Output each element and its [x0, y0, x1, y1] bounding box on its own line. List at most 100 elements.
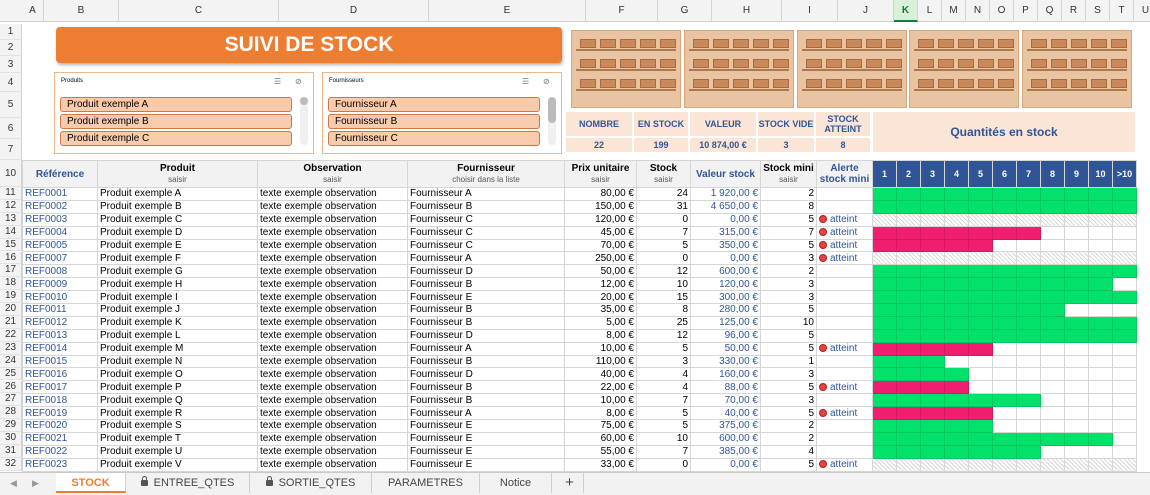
cell-alerte[interactable] — [816, 431, 873, 446]
cell-valeur[interactable]: 125,00 € — [690, 315, 761, 330]
cell-stock[interactable]: 7 — [636, 393, 691, 408]
cell-prix[interactable]: 55,00 € — [564, 444, 637, 459]
tab-parametres[interactable]: PARAMETRES — [372, 473, 480, 493]
cell-produit[interactable]: Produit exemple J — [97, 303, 258, 317]
row-header[interactable]: 7 — [0, 139, 22, 160]
cell-fournisseur[interactable]: Fournisseur E — [407, 431, 565, 446]
cell-valeur[interactable]: 0,00 € — [690, 212, 761, 227]
cell-fournisseur[interactable]: Fournisseur D — [407, 328, 565, 343]
column-header[interactable]: D — [279, 0, 429, 22]
cell-observation[interactable]: texte exemple observation — [257, 328, 408, 343]
cell-valeur[interactable]: 0,00 € — [690, 457, 761, 472]
cell-prix[interactable]: 150,00 € — [564, 199, 637, 214]
cell-stock-mini[interactable]: 10 — [760, 315, 817, 330]
cell-fournisseur[interactable]: Fournisseur B — [407, 393, 565, 408]
cell-stock[interactable]: 31 — [636, 199, 691, 214]
cell-valeur[interactable]: 385,00 € — [690, 444, 761, 459]
cell-reference[interactable]: REF0021 — [22, 431, 98, 446]
cell-prix[interactable]: 8,00 € — [564, 406, 637, 421]
cell-produit[interactable]: Produit exemple L — [97, 328, 258, 343]
cell-alerte[interactable] — [816, 187, 873, 201]
cell-valeur[interactable]: 300,00 € — [690, 290, 761, 305]
row-header[interactable]: 23 — [0, 341, 22, 355]
cell-stock[interactable]: 24 — [636, 187, 691, 201]
cell-valeur[interactable]: 40,00 € — [690, 406, 761, 421]
cell-alerte[interactable] — [816, 315, 873, 330]
cell-fournisseur[interactable]: Fournisseur A — [407, 341, 565, 356]
row-header[interactable]: 22 — [0, 328, 22, 342]
cell-prix[interactable]: 110,00 € — [564, 354, 637, 369]
cell-produit[interactable]: Produit exemple P — [97, 380, 258, 395]
cell-stock[interactable]: 8 — [636, 303, 691, 317]
row-header[interactable]: 17 — [0, 264, 22, 278]
cell-stock[interactable]: 4 — [636, 380, 691, 395]
row-header[interactable]: 30 — [0, 432, 22, 445]
cell-produit[interactable]: Produit exemple M — [97, 341, 258, 356]
cell-stock-mini[interactable]: 8 — [760, 199, 817, 214]
cell-fournisseur[interactable]: Fournisseur B — [407, 380, 565, 395]
cell-stock-mini[interactable]: 3 — [760, 277, 817, 292]
cell-reference[interactable]: REF0017 — [22, 380, 98, 395]
cell-valeur[interactable]: 280,00 € — [690, 303, 761, 317]
row-header[interactable]: 5 — [0, 92, 22, 118]
cell-produit[interactable]: Produit exemple G — [97, 264, 258, 279]
tab-sortie-qtes[interactable]: SORTIE_QTES — [250, 473, 372, 493]
cell-prix[interactable]: 50,00 € — [564, 264, 637, 279]
column-header[interactable]: G — [658, 0, 712, 22]
cell-reference[interactable]: REF0022 — [22, 444, 98, 459]
column-header[interactable]: T — [1110, 0, 1134, 22]
cell-stock-mini[interactable]: 5 — [760, 380, 817, 395]
cell-reference[interactable]: REF0013 — [22, 328, 98, 343]
cell-alerte[interactable]: atteint — [816, 238, 873, 253]
cell-fournisseur[interactable]: Fournisseur D — [407, 367, 565, 382]
cell-observation[interactable]: texte exemple observation — [257, 264, 408, 279]
row-header[interactable]: 24 — [0, 354, 22, 368]
cell-valeur[interactable]: 1 920,00 € — [690, 187, 761, 201]
row-header[interactable]: 26 — [0, 380, 22, 394]
cell-observation[interactable]: texte exemple observation — [257, 444, 408, 459]
cell-observation[interactable]: texte exemple observation — [257, 380, 408, 395]
slicer-produits[interactable]: Produits ☰ ⊘ Produit exemple A Produit e… — [54, 72, 314, 154]
tab-notice[interactable]: Notice — [480, 473, 552, 493]
cell-stock[interactable]: 0 — [636, 212, 691, 227]
cell-valeur[interactable]: 88,00 € — [690, 380, 761, 395]
row-header[interactable]: 2 — [0, 40, 22, 56]
cell-alerte[interactable] — [816, 199, 873, 214]
cell-stock-mini[interactable]: 5 — [760, 341, 817, 356]
cell-observation[interactable]: texte exemple observation — [257, 406, 408, 421]
cell-produit[interactable]: Produit exemple T — [97, 431, 258, 446]
cell-produit[interactable]: Produit exemple K — [97, 315, 258, 330]
cell-alerte[interactable]: atteint — [816, 251, 873, 266]
cell-produit[interactable]: Produit exemple U — [97, 444, 258, 459]
cell-valeur[interactable]: 315,00 € — [690, 225, 761, 240]
cell-stock[interactable]: 10 — [636, 431, 691, 446]
cell-produit[interactable]: Produit exemple E — [97, 238, 258, 253]
cell-reference[interactable]: REF0023 — [22, 457, 98, 472]
cell-fournisseur[interactable]: Fournisseur C — [407, 238, 565, 253]
cell-alerte[interactable] — [816, 277, 873, 292]
cell-valeur[interactable]: 4 650,00 € — [690, 199, 761, 214]
multi-select-icon[interactable]: ☰ — [274, 77, 281, 86]
cell-produit[interactable]: Produit exemple B — [97, 199, 258, 214]
cell-observation[interactable]: texte exemple observation — [257, 303, 408, 317]
cell-stock-mini[interactable]: 4 — [760, 444, 817, 459]
cell-observation[interactable]: texte exemple observation — [257, 251, 408, 266]
cell-observation[interactable]: texte exemple observation — [257, 431, 408, 446]
cell-stock-mini[interactable]: 5 — [760, 406, 817, 421]
cell-produit[interactable]: Produit exemple S — [97, 419, 258, 433]
row-header[interactable]: 20 — [0, 303, 22, 316]
cell-alerte[interactable]: atteint — [816, 457, 873, 472]
column-header[interactable]: N — [966, 0, 990, 22]
slicer-item[interactable]: Produit exemple B — [60, 114, 292, 129]
cell-produit[interactable]: Produit exemple V — [97, 457, 258, 472]
cell-prix[interactable]: 10,00 € — [564, 341, 637, 356]
cell-reference[interactable]: REF0002 — [22, 199, 98, 214]
cell-observation[interactable]: texte exemple observation — [257, 393, 408, 408]
cell-prix[interactable]: 40,00 € — [564, 367, 637, 382]
cell-reference[interactable]: REF0008 — [22, 264, 98, 279]
slicer-item[interactable]: Fournisseur C — [328, 131, 540, 146]
row-header[interactable]: 31 — [0, 445, 22, 458]
column-header[interactable]: O — [990, 0, 1014, 22]
cell-valeur[interactable]: 50,00 € — [690, 341, 761, 356]
cell-observation[interactable]: texte exemple observation — [257, 457, 408, 472]
